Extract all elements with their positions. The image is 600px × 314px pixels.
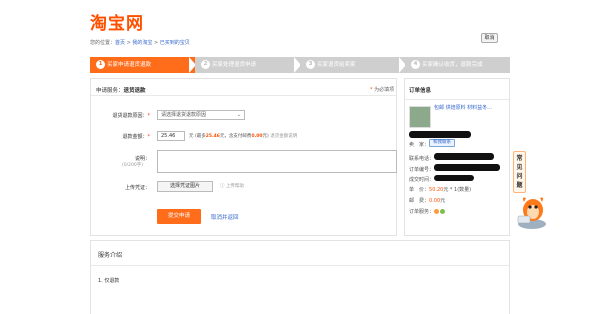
- order-service-row: 订单服务：: [409, 208, 446, 215]
- cancel-top-button[interactable]: 取消: [481, 33, 498, 43]
- divider: [405, 99, 509, 100]
- order-no-row: 订单编号：: [409, 167, 435, 173]
- amount-note: 元 (最多25.46元，含支付邮费0.00元) 退货金额说明: [189, 134, 298, 139]
- product-title-link[interactable]: 包邮 烘焙原料 材料益冬...: [434, 105, 508, 112]
- mascot-icon[interactable]: [512, 192, 552, 230]
- amount-label: 退款金额：*: [122, 134, 150, 140]
- order-info-title: 订单信息: [409, 88, 432, 94]
- upload-evidence-button[interactable]: 选择凭证图片: [157, 181, 213, 192]
- guarantee-badge-icon[interactable]: [440, 209, 446, 214]
- breadcrumb-my-taobao[interactable]: 我的淘宝: [132, 40, 152, 46]
- phone-row: 联系电话：: [409, 156, 435, 162]
- upload-label: 上传凭证：: [124, 185, 150, 191]
- seller-label: 卖 家：: [409, 142, 430, 148]
- step-1: 1 买家申请退货退款: [90, 57, 196, 73]
- description-counter: (0/200字): [122, 163, 143, 168]
- progress-steps: 1 买家申请退货退款 2 买家处理退货申请 3 买家退货给卖家 4 买家确认收货，退款完…: [90, 57, 510, 73]
- submit-button[interactable]: 提交申请: [157, 209, 201, 224]
- shipping-row: 邮 费：0.00元: [409, 198, 446, 204]
- taobao-logo[interactable]: 淘宝网: [90, 9, 144, 34]
- redacted-phone: [434, 153, 494, 160]
- price-row: 单 价：50.20元 * 1(数量): [409, 187, 472, 193]
- breadcrumb-bought[interactable]: 已买到的宝贝: [160, 40, 190, 46]
- trade-time-row: 成交时间：: [409, 177, 435, 183]
- description-label: 说明：: [134, 156, 150, 162]
- product-thumbnail[interactable]: [409, 106, 431, 128]
- step-4: 4 买家确认收货，退款完成: [405, 57, 510, 73]
- divider: [91, 265, 509, 266]
- required-note: * 为必填项: [370, 87, 395, 93]
- refund-amount-input[interactable]: 25.46: [157, 131, 185, 141]
- service-type: 申请服务：退货退款: [96, 88, 146, 94]
- upload-help-link[interactable]: ⓘ 上传帮助: [220, 183, 244, 189]
- breadcrumb-home[interactable]: 首页: [115, 40, 125, 46]
- service-intro-panel: [90, 240, 510, 314]
- reason-label: 退货退款原因：*: [112, 113, 150, 119]
- service-badge-icon[interactable]: [434, 209, 440, 214]
- contact-seller-button[interactable]: 和我联系: [429, 139, 455, 147]
- service-intro-item: 1. 仅退款: [98, 278, 120, 284]
- redacted-order-no: [434, 164, 500, 171]
- description-textarea[interactable]: [157, 150, 397, 173]
- service-intro-title: 服务介绍: [98, 252, 123, 259]
- step-2: 2 买家处理退货申请: [195, 57, 301, 73]
- reason-select[interactable]: 请选择退货退款原因 ⌄: [157, 110, 245, 120]
- chevron-down-icon: ⌄: [236, 112, 241, 118]
- breadcrumb: 您的位置：首页 > 我的淘宝 > 已买到的宝贝: [90, 40, 190, 46]
- cancel-return-link[interactable]: 取消并返回: [211, 213, 239, 221]
- breadcrumb-prefix: 您的位置：: [90, 40, 116, 46]
- faq-tab[interactable]: 常见问题: [513, 151, 526, 193]
- redacted-seller: [409, 131, 471, 138]
- step-3: 3 买家退货给卖家: [300, 57, 406, 73]
- redacted-trade-time: [434, 175, 474, 181]
